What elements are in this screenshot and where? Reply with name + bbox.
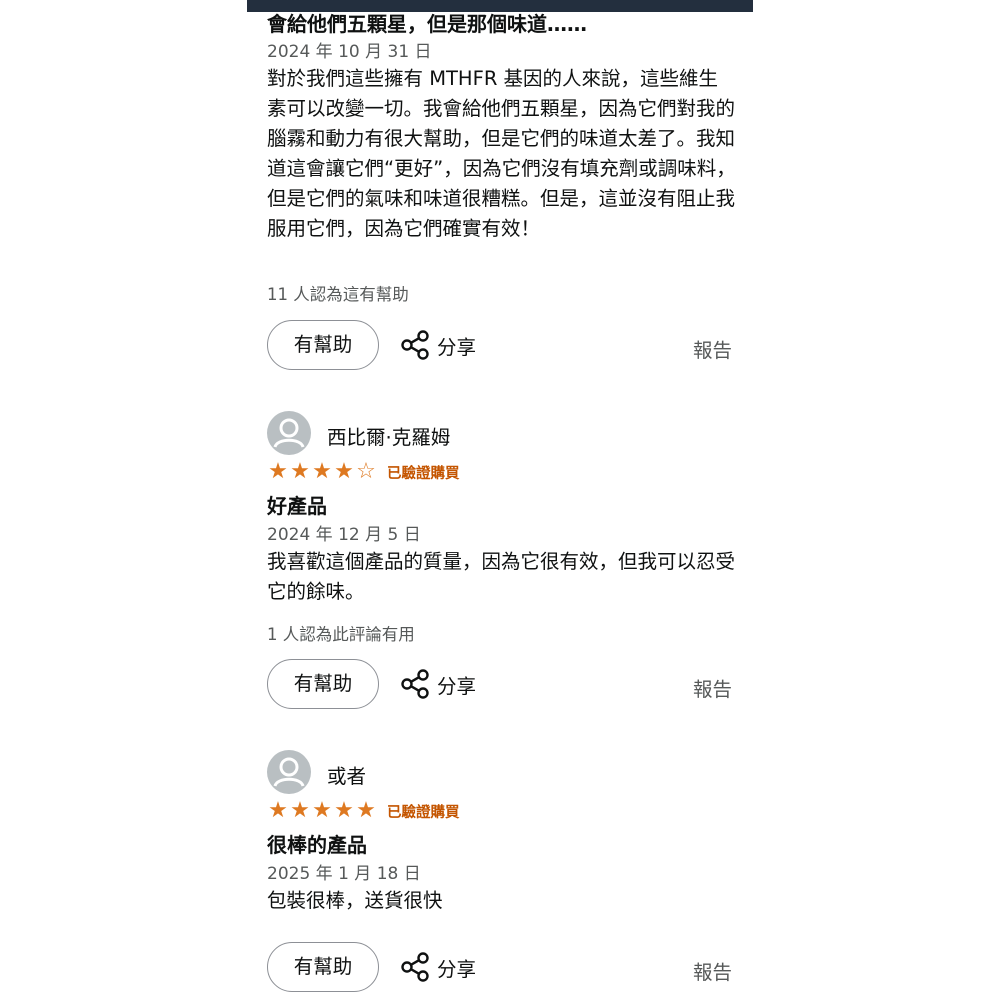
review-headline[interactable]: 好產品 [267,494,327,518]
star-filled-icon: ★ [356,798,376,823]
review-date: 2024 年 12 月 5 日 [267,525,421,545]
share-icon [401,952,429,982]
verified-badge: 已驗證購買 [387,465,460,482]
star-filled-icon: ★ [312,798,332,823]
report-link[interactable]: 報告 [693,673,732,702]
share-button[interactable]: 分享 [399,951,476,983]
share-label: 分享 [437,674,477,698]
reviewer-name[interactable]: 或者 [327,760,366,789]
share-label: 分享 [437,335,477,359]
avatar [267,411,311,455]
share-icon [401,330,429,360]
share-icon [401,669,429,699]
star-filled-icon: ★ [290,459,310,484]
helpful-button[interactable]: 有幫助 [267,659,379,709]
star-filled-icon: ★ [312,459,332,484]
helpful-count: 11 人認為這有幫助 [267,285,409,304]
reviewer-name[interactable]: 西比爾·克羅姆 [327,421,450,450]
avatar [267,750,311,794]
star-filled-icon: ★ [268,459,288,484]
star-filled-icon: ★ [290,798,310,823]
avatar-icon [273,418,305,448]
star-empty-icon: ☆ [356,459,376,484]
review-body[interactable]: 對於我們這些擁有 MTHFR 基因的人來說，這些維生素可以改變一切。我會給他們五… [267,64,737,244]
share-button[interactable]: 分享 [399,668,476,700]
star-filled-icon: ★ [334,459,354,484]
review-body[interactable]: 包裝很棒，送貨很快 [267,886,737,916]
star-filled-icon: ★ [334,798,354,823]
verified-badge: 已驗證購買 [387,804,460,821]
star-filled-icon: ★ [268,798,288,823]
helpful-button[interactable]: 有幫助 [267,942,379,992]
share-button[interactable]: 分享 [399,329,476,361]
review-date: 2024 年 10 月 31 日 [267,42,432,62]
report-link[interactable]: 報告 [693,334,732,363]
star-rating: ★ ★ ★ ★ ★ 已驗證購買 [267,798,460,823]
star-rating: ★ ★ ★ ★ ☆ 已驗證購買 [267,459,460,484]
avatar-icon [273,757,305,787]
share-label: 分享 [437,957,477,981]
review-date: 2025 年 1 月 18 日 [267,864,421,884]
review-headline: 會給他們五顆星，但是那個味道…… [267,12,587,36]
helpful-count: 1 人認為此評論有用 [267,625,415,644]
top-bar [247,0,753,12]
helpful-button[interactable]: 有幫助 [267,320,379,370]
report-link[interactable]: 報告 [693,956,732,985]
review-body[interactable]: 我喜歡這個產品的質量，因為它很有效，但我可以忍受它的餘味。 [267,547,737,607]
review-headline[interactable]: 很棒的產品 [267,833,367,857]
